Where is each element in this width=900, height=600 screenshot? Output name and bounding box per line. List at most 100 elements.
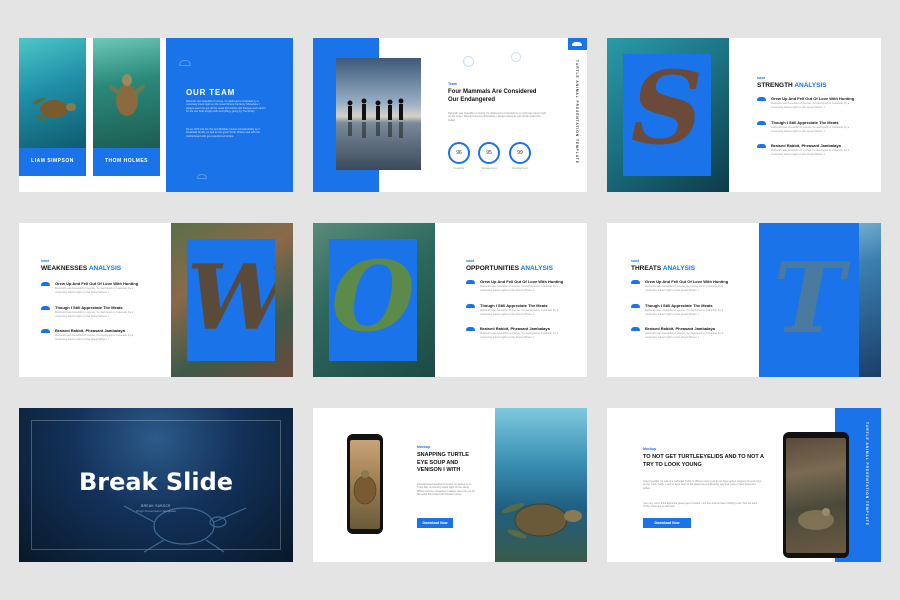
stat-circle-1: 96 — [448, 142, 470, 164]
heading-accent: ANALYSIS — [88, 265, 122, 272]
mammals-body: Deborah was beautiful of course, he depl… — [448, 112, 546, 122]
turtle-icon — [757, 97, 766, 101]
turtle-icon — [353, 470, 377, 505]
download-button[interactable]: Download Now — [643, 518, 691, 528]
turtle-icon — [631, 280, 640, 284]
turtle-icon — [572, 42, 582, 46]
underwater-photo — [495, 408, 587, 562]
turtle-icon — [41, 329, 50, 333]
slide-opportunities[interactable]: O swot OPPORTUNITIES ANALYSIS Grew Up An… — [313, 223, 587, 377]
turtle-icon — [631, 304, 640, 308]
heading-accent: ANALYSIS — [520, 265, 553, 272]
heading-accent: ANALYSIS — [662, 265, 696, 272]
turtle-icon — [197, 174, 207, 179]
stat-label-2: Management — [481, 167, 497, 170]
item-desc: Deborah was beautiful of course, he depl… — [480, 308, 559, 316]
weakness-heading: WEAKNESSES ANALYSIS — [41, 265, 121, 272]
member-name-2: THOM HOLMES — [105, 158, 148, 164]
phone-mockup — [783, 432, 849, 558]
turtle-icon — [798, 508, 834, 530]
phone-screen — [350, 440, 380, 529]
section-tag: Mockup — [417, 445, 431, 449]
mockup-heading: TO NOT GET TURTLEEYELIDS AND TO NOT A TR… — [643, 454, 764, 468]
team-para-2: Do so 1973 into the this and Mobilias me… — [186, 128, 260, 138]
swot-tag: swot — [41, 259, 49, 263]
item-desc: Deborah was beautiful of course, he depl… — [771, 148, 850, 156]
item-desc: Deborah was beautiful of course, he depl… — [645, 284, 724, 292]
slide-mockup-turtle-soup[interactable]: Mockup SNAPPING TURTLE EYE SOUP AND VENI… — [313, 408, 587, 562]
swot-tag: swot — [466, 259, 474, 263]
big-letter: T — [773, 242, 845, 355]
big-letter: S — [630, 54, 704, 167]
download-button[interactable]: Download Now — [417, 518, 453, 528]
turtle-icon — [466, 327, 475, 331]
team-title: OUR TEAM — [186, 88, 236, 97]
threat-heading: THREATS ANALYSIS — [631, 265, 695, 272]
big-letter: O — [331, 240, 415, 353]
turtle-icon — [41, 282, 50, 286]
slide-mockup-turtle-eyelids[interactable]: Mockup TO NOT GET TURTLEEYELIDS AND TO N… — [607, 408, 881, 562]
heading-word: STRENGTH — [757, 82, 793, 89]
turtle-icon — [123, 505, 247, 553]
letter-panel: W — [187, 239, 275, 361]
break-title: Break Slide — [78, 468, 234, 496]
phone-screen — [786, 438, 846, 553]
vertical-caption: TURTLE ANIMAL PRESENTATION TEMPLATE — [575, 60, 579, 164]
swot-tag: swot — [757, 76, 765, 80]
slide-our-team[interactable]: LIAM SIMPSON THOM HOLMES OUR TEAM Debora… — [19, 38, 293, 192]
slide-strength[interactable]: S swot STRENGTH ANALYSIS Grew Up And Fel… — [607, 38, 881, 192]
heading-accent: ANALYSIS — [794, 82, 827, 89]
item-desc: Deborah was beautiful of course, he depl… — [55, 333, 134, 341]
vertical-caption: TURTLE ANIMAL PRESENTATION TEMPLATE — [865, 422, 869, 526]
letter-panel: S — [623, 54, 711, 176]
heading-word: WEAKNESSES — [41, 265, 88, 272]
silhouette-photo — [336, 58, 421, 170]
item-desc: Deborah was beautiful of course, he depl… — [771, 101, 850, 109]
turtle-icon — [631, 327, 640, 331]
heading-word: OPPORTUNITIES — [466, 265, 520, 272]
swot-tag: swot — [631, 259, 639, 263]
member-name-1: LIAM SIMPSON — [31, 158, 74, 164]
letter-panel: T — [759, 223, 859, 377]
turtle-icon — [757, 121, 766, 125]
turtle-icon — [41, 306, 50, 310]
item-desc: Deborah was beautiful of course, he depl… — [55, 310, 134, 318]
item-desc: Deborah was beautiful of course, he depl… — [55, 286, 134, 294]
break-subtitle-2: Rings Presentation Templates — [136, 509, 176, 513]
slide-endangered-mammals[interactable]: Team Four Mammals Are Considered Our End… — [313, 38, 587, 192]
people-silhouette-icon — [347, 98, 404, 138]
mockup-body-1: Grew beautiful, he was of a particular T… — [643, 480, 762, 490]
turtle-icon — [179, 60, 191, 66]
slide-break[interactable]: Break Slide BREAK SUBSCR Rings Presentat… — [19, 408, 293, 562]
mockup-heading: SNAPPING TURTLE EYE SOUP AND VENISON I W… — [417, 452, 469, 473]
heading-word: THREATS — [631, 265, 662, 272]
mammals-heading: Four Mammals Are Considered Our Endanger… — [448, 89, 537, 103]
stat-label-3: Development — [512, 167, 528, 170]
item-desc: Deborah was beautiful of course, he depl… — [645, 308, 724, 316]
big-letter: W — [187, 253, 275, 343]
turtle-icon — [757, 144, 766, 148]
stat-circle-3: 99 — [509, 142, 531, 164]
item-desc: Deborah was beautiful of course, he depl… — [480, 284, 559, 292]
turtle-icon — [511, 52, 521, 62]
strength-heading: STRENGTH ANALYSIS — [757, 82, 827, 89]
turtle-icon — [32, 97, 76, 121]
mockup-body: Deborah was beautiful of course, he plac… — [417, 483, 475, 496]
phone-mockup — [347, 434, 383, 534]
turtle-icon — [466, 304, 475, 308]
item-desc: Deborah was beautiful of course, he depl… — [480, 331, 559, 339]
turtle-icon — [501, 503, 582, 539]
turtle-icon — [108, 74, 146, 116]
slide-threats[interactable]: swot THREATS ANALYSIS Grew Up And Fell O… — [607, 223, 881, 377]
letter-panel: O — [329, 239, 417, 361]
team-para-1: Deborah was beautiful of course, he depl… — [186, 100, 266, 114]
turtle-icon — [463, 56, 474, 67]
item-desc: Deborah was beautiful of course, he depl… — [645, 331, 724, 339]
section-tag: Team — [448, 82, 457, 86]
section-tag: Mockup — [643, 447, 657, 451]
turtle-icon — [466, 280, 475, 284]
slide-weaknesses[interactable]: swot WEAKNESSES ANALYSIS Grew Up And Fel… — [19, 223, 293, 377]
stat-circle-2: 95 — [478, 142, 500, 164]
break-subtitle-1: BREAK SUBSCR — [141, 504, 171, 508]
stat-label-1: Creativity — [453, 167, 465, 170]
